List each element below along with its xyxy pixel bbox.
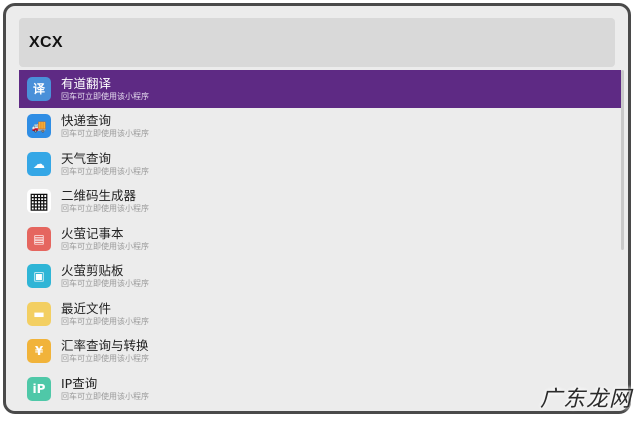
result-item[interactable]: ▤ 火萤记事本 回车可立即使用该小程序 xyxy=(19,220,621,258)
result-item[interactable]: ▬ 最近文件 回车可立即使用该小程序 xyxy=(19,295,621,333)
result-title: 二维码生成器 xyxy=(61,188,137,204)
folder-icon: ▬ xyxy=(27,301,51,326)
result-text: 火萤记事本 回车可立即使用该小程序 xyxy=(61,226,149,252)
result-subtitle: 回车可立即使用该小程序 xyxy=(61,391,149,401)
notebook-icon: ▤ xyxy=(27,226,51,251)
result-subtitle: 回车可立即使用该小程序 xyxy=(61,129,149,139)
result-text: 二维码生成器 回车可立即使用该小程序 xyxy=(61,188,149,214)
result-title: 快递查询 xyxy=(61,113,112,129)
result-text: 有道翻译 回车可立即使用该小程序 xyxy=(61,76,149,102)
result-subtitle: 回车可立即使用该小程序 xyxy=(61,279,149,289)
search-bar[interactable] xyxy=(19,18,615,67)
result-title: 汇率查询与转换 xyxy=(61,338,149,354)
delivery-truck-icon: 🚚 xyxy=(27,114,51,139)
watermark: 广东龙网 xyxy=(539,387,632,412)
weather-cloud-icon: ☁ xyxy=(27,151,51,176)
result-title: 天气查询 xyxy=(61,150,112,166)
result-item[interactable]: ▣ 火萤剪贴板 回车可立即使用该小程序 xyxy=(19,258,621,296)
result-title: 火萤记事本 xyxy=(61,225,124,241)
result-item[interactable]: ▦ 二维码生成器 回车可立即使用该小程序 xyxy=(19,183,621,221)
results-list: 译有道翻译 回车可立即使用该小程序 🚚 快递查询 回车可立即使用该小程序 ☁ 天气查询 回车可… xyxy=(19,70,621,410)
result-item[interactable]: 译有道翻译 回车可立即使用该小程序 xyxy=(19,70,621,108)
launcher-window: 译有道翻译回车可立即使用该小程序🚚快递查询回车可立即使用该小程序☁天气查询回车可… xyxy=(3,3,631,414)
result-subtitle: 回车可立即使用该小程序 xyxy=(61,166,149,176)
result-item[interactable]: 🚚 快递查询 回车可立即使用该小程序 xyxy=(19,108,621,146)
result-text: 快递查询 回车可立即使用该小程序 xyxy=(61,113,149,139)
result-item[interactable]: ☁ 天气查询 回车可立即使用该小程序 xyxy=(19,145,621,183)
result-subtitle: 回车可立即使用该小程序 xyxy=(61,204,149,214)
result-text: 火萤剪贴板 回车可立即使用该小程序 xyxy=(61,263,149,289)
result-item[interactable]: ¥ 汇率查询与转换 回车可立即使用该小程序 xyxy=(19,333,621,371)
ip-icon: iP xyxy=(27,376,51,401)
clipboard-icon: ▣ xyxy=(27,264,51,289)
result-text: 汇率查询与转换 回车可立即使用该小程序 xyxy=(61,338,149,364)
result-subtitle: 回车可立即使用该小程序 xyxy=(61,354,149,364)
result-subtitle: 回车可立即使用该小程序 xyxy=(61,316,149,326)
result-title: 最近文件 xyxy=(61,300,112,316)
youdao-translate-icon: 译 xyxy=(27,76,51,101)
result-title: 火萤剪贴板 xyxy=(61,263,124,279)
result-subtitle: 回车可立即使用该小程序 xyxy=(61,91,149,101)
qr-code-icon: ▦ xyxy=(27,188,51,214)
result-text: 天气查询 回车可立即使用该小程序 xyxy=(61,151,149,177)
result-text: IP查询 回车可立即使用该小程序 xyxy=(61,376,149,402)
scrollbar[interactable] xyxy=(621,70,624,250)
result-text: 最近文件 回车可立即使用该小程序 xyxy=(61,301,149,327)
result-title: 有道翻译 xyxy=(61,75,112,91)
search-input[interactable] xyxy=(27,32,615,53)
yen-currency-icon: ¥ xyxy=(27,339,51,364)
result-title: IP查询 xyxy=(61,375,98,391)
result-item[interactable]: iP IP查询 回车可立即使用该小程序 xyxy=(19,370,621,408)
result-subtitle: 回车可立即使用该小程序 xyxy=(61,241,149,251)
